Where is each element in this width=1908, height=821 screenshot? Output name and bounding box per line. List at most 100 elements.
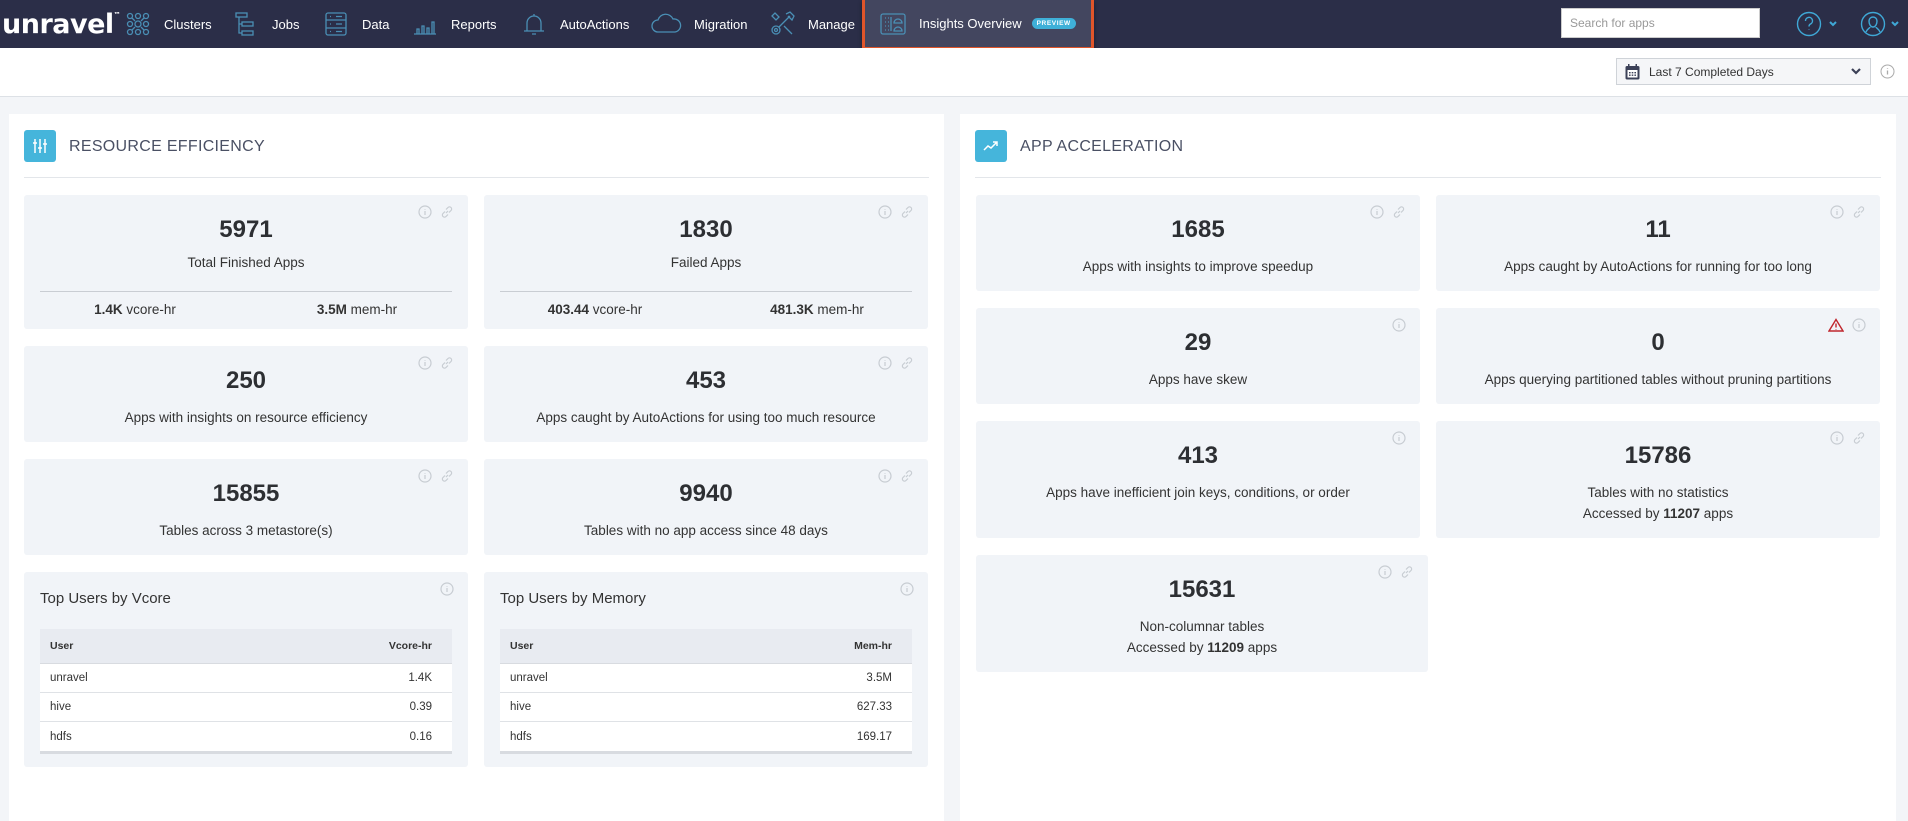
date-toolbar: Last 7 Completed Days [0, 48, 1908, 97]
metric-value: 413 [1177, 442, 1219, 469]
nav-insights-overview[interactable]: Insights Overview PREVIEW [862, 0, 1094, 50]
cloud-icon [650, 10, 682, 38]
info-icon[interactable] [418, 356, 432, 370]
metric-value: 1830 [679, 216, 733, 243]
resource-efficiency-insights-card[interactable]: 250 Apps with insights on resource effic… [24, 346, 468, 442]
user-cell: hdfs [510, 730, 532, 743]
info-icon[interactable] [1880, 64, 1895, 79]
non-columnar-tables-card[interactable]: 15631 Non-columnar tables Accessed by 11… [976, 555, 1428, 672]
info-icon[interactable] [1392, 318, 1406, 332]
panel-title: APP ACCELERATION [1020, 138, 1184, 155]
nav-manage[interactable]: Manage [768, 0, 855, 48]
table-row[interactable]: hive 627.33 [500, 693, 912, 722]
table-row[interactable]: hive 0.39 [40, 693, 452, 722]
metric-label: Tables with no statistics [1587, 485, 1729, 500]
link-icon[interactable] [440, 469, 454, 483]
table-row[interactable]: unravel 1.4K [40, 664, 452, 693]
table-row[interactable]: hdfs 169.17 [500, 722, 912, 751]
trending-up-icon [975, 130, 1007, 162]
nav-label: Jobs [272, 16, 300, 32]
card-title: Top Users by Memory [500, 590, 646, 607]
info-icon[interactable] [1370, 205, 1384, 219]
info-icon[interactable] [900, 582, 914, 596]
memory-metric: 3.5M mem-hr [316, 302, 398, 317]
search-apps-input[interactable] [1561, 8, 1760, 38]
info-icon[interactable] [1830, 205, 1844, 219]
link-icon[interactable] [1852, 205, 1866, 219]
nav-migration[interactable]: Migration [650, 0, 747, 48]
metric-value: 250 [225, 367, 267, 394]
metric-value: 453 [685, 367, 727, 394]
total-finished-apps-card[interactable]: 5971 Total Finished Apps 1.4K vcore-hr 3… [24, 195, 468, 329]
inefficient-join-card[interactable]: 413 Apps have inefficient join keys, con… [976, 421, 1420, 538]
speedup-insights-card[interactable]: 1685 Apps with insights to improve speed… [976, 195, 1420, 291]
tables-metastore-card[interactable]: 15855 Tables across 3 metastore(s) [24, 459, 468, 555]
panel-header: APP ACCELERATION [975, 130, 1881, 178]
unravel-logo[interactable]: unravel™ [2, 9, 121, 40]
column-header-user[interactable]: User [510, 640, 533, 652]
autoactions-resource-card[interactable]: 453 Apps caught by AutoActions for using… [484, 346, 928, 442]
user-cell: unravel [50, 672, 88, 684]
vcore-metric: 1.4K vcore-hr [94, 302, 176, 317]
nav-reports[interactable]: Reports [411, 0, 497, 48]
help-menu-button[interactable] [1796, 11, 1838, 37]
link-icon[interactable] [900, 205, 914, 219]
info-icon[interactable] [878, 356, 892, 370]
top-navigation-bar: unravel™ Clusters Jobs Data Reports Auto… [0, 0, 1908, 50]
partition-pruning-card[interactable]: 0 Apps querying partitioned tables witho… [1436, 308, 1880, 404]
info-icon[interactable] [418, 469, 432, 483]
sliders-icon [24, 130, 56, 162]
nav-jobs[interactable]: Jobs [232, 0, 299, 48]
top-users-memory-table: User Mem-hr unravel 3.5M hive 627.33 hdfs 1… [500, 629, 912, 754]
info-icon[interactable] [878, 205, 892, 219]
info-icon[interactable] [1830, 431, 1844, 445]
column-header-user[interactable]: User [50, 640, 73, 652]
panel-title: RESOURCE EFFICIENCY [69, 138, 265, 155]
metric-value: 1685 [1171, 216, 1225, 243]
metric-value: 5971 [219, 216, 273, 243]
info-icon[interactable] [1392, 431, 1406, 445]
nav-clusters[interactable]: Clusters [124, 0, 212, 48]
nav-data[interactable]: Data [322, 0, 389, 48]
skew-card[interactable]: 29 Apps have skew [976, 308, 1420, 404]
info-icon[interactable] [878, 469, 892, 483]
link-icon[interactable] [1852, 431, 1866, 445]
link-icon[interactable] [440, 356, 454, 370]
info-icon[interactable] [1852, 318, 1866, 332]
autoactions-long-running-card[interactable]: 11 Apps caught by AutoActions for runnin… [1436, 195, 1880, 291]
clusters-icon [124, 10, 152, 38]
card-title: Top Users by Vcore [40, 590, 171, 607]
info-icon[interactable] [418, 205, 432, 219]
link-icon[interactable] [900, 469, 914, 483]
info-icon[interactable] [1378, 565, 1392, 579]
nav-autoactions[interactable]: AutoActions [520, 0, 629, 48]
chevron-down-icon [1829, 21, 1837, 27]
value-cell: 0.16 [409, 730, 432, 743]
date-range-select[interactable]: Last 7 Completed Days [1616, 58, 1871, 85]
link-icon[interactable] [440, 205, 454, 219]
failed-apps-card[interactable]: 1830 Failed Apps 403.44 vcore-hr 481.3K … [484, 195, 928, 329]
user-menu-button[interactable] [1860, 11, 1900, 37]
metric-value: 11 [1645, 216, 1671, 243]
table-row[interactable]: hdfs 0.16 [40, 722, 452, 751]
link-icon[interactable] [1392, 205, 1406, 219]
logo-text: unravel [2, 9, 114, 40]
table-row[interactable]: unravel 3.5M [500, 664, 912, 693]
column-header-vcore-hr[interactable]: Vcore-hr [389, 640, 432, 652]
warning-icon [1828, 318, 1844, 332]
panel-header: RESOURCE EFFICIENCY [24, 130, 929, 178]
top-users-vcore-card: Top Users by Vcore User Vcore-hr unravel… [24, 572, 468, 767]
link-icon[interactable] [1400, 565, 1414, 579]
nav-label: Reports [451, 16, 497, 32]
metric-value: 0 [1651, 329, 1665, 356]
link-icon[interactable] [900, 356, 914, 370]
metric-value: 15631 [1168, 576, 1236, 603]
tables-no-access-card[interactable]: 9940 Tables with no app access since 48 … [484, 459, 928, 555]
tables-no-statistics-card[interactable]: 15786 Tables with no statistics Accessed… [1436, 421, 1880, 538]
column-header-mem-hr[interactable]: Mem-hr [854, 640, 892, 652]
data-icon [322, 10, 350, 38]
top-users-memory-card: Top Users by Memory User Mem-hr unravel 3… [484, 572, 928, 767]
info-icon[interactable] [440, 582, 454, 596]
value-cell: 169.17 [856, 730, 892, 743]
table-header: User Vcore-hr [40, 629, 452, 664]
